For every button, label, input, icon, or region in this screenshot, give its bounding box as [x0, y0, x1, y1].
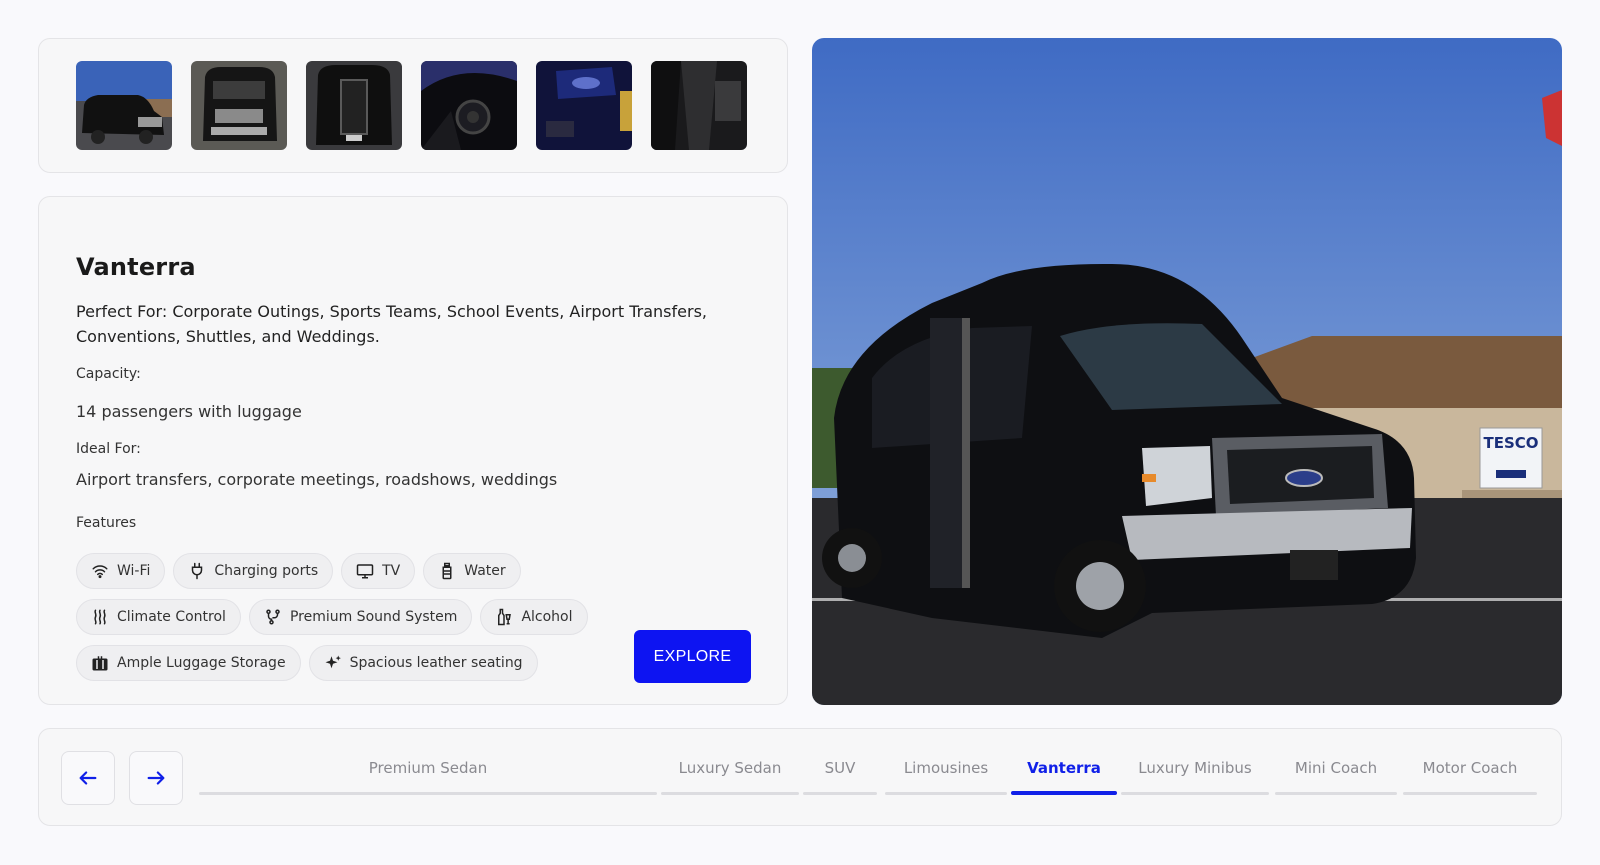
arrow-left-icon	[79, 771, 97, 785]
tab-label: Luxury Sedan	[678, 759, 782, 777]
thumbnail-interior-screen[interactable]	[536, 61, 632, 150]
ideal-for-value: Airport transfers, corporate meetings, r…	[76, 470, 558, 489]
vehicle-description: Perfect For: Corporate Outings, Sports T…	[76, 302, 707, 346]
tab-label: Luxury Minibus	[1138, 759, 1252, 777]
thumbnail-exterior-front[interactable]	[191, 61, 287, 150]
tab-mini-coach[interactable]: Mini Coach	[1275, 757, 1397, 795]
thumbnail-interior-dash[interactable]	[421, 61, 517, 150]
tab-label: Vanterra	[1027, 759, 1101, 777]
wine-bottle-icon	[498, 608, 512, 626]
feature-label: TV	[382, 563, 401, 579]
feature-chip-water: Water	[423, 553, 521, 589]
feature-label: Water	[464, 563, 506, 579]
feature-label: Premium Sound System	[289, 609, 458, 625]
prev-button[interactable]	[61, 751, 115, 805]
feature-label: Wi-Fi	[117, 563, 151, 579]
tab-luxury-sedan[interactable]: Luxury Sedan	[661, 757, 799, 795]
feature-chip-luggage: Ample Luggage Storage	[76, 645, 301, 681]
tab-limousines[interactable]: Limousines	[885, 757, 1007, 795]
thumbnail-interior-aisle[interactable]	[651, 61, 747, 150]
tab-label: Mini Coach	[1294, 759, 1378, 777]
sign-text: TESCO	[1483, 434, 1538, 452]
tab-vanterra[interactable]: Vanterra	[1011, 757, 1117, 795]
tab-underline	[1121, 792, 1269, 795]
thumbnail-exterior-side[interactable]	[76, 61, 172, 150]
tab-label: Premium Sedan	[368, 759, 488, 777]
arrow-right-icon	[147, 771, 165, 785]
explore-button[interactable]: EXPLORE	[634, 630, 751, 683]
tab-underline	[885, 792, 1007, 795]
tab-suv[interactable]: SUV	[803, 757, 877, 795]
feature-chip-sound: Premium Sound System	[248, 599, 473, 635]
plug-icon	[192, 562, 203, 580]
next-button[interactable]	[129, 751, 183, 805]
sparkle-icon	[325, 655, 341, 669]
tab-underline	[1403, 792, 1537, 795]
water-bottle-icon	[442, 562, 452, 580]
tv-icon	[356, 564, 374, 579]
feature-label: Climate Control	[117, 609, 226, 625]
tab-underline	[1275, 792, 1397, 795]
tab-label: Limousines	[903, 759, 989, 777]
vehicle-nav: Premium Sedan Luxury Sedan SUV Limousine…	[38, 728, 1562, 826]
feature-label: Spacious leather seating	[349, 655, 523, 671]
feature-chip-climate: Climate Control	[76, 599, 241, 635]
tab-underline	[661, 792, 799, 795]
thumbnail-rear-door[interactable]	[306, 61, 402, 150]
vehicle-title: Vanterra	[76, 253, 196, 281]
tab-motor-coach[interactable]: Motor Coach	[1403, 757, 1537, 795]
sound-system-icon	[266, 609, 280, 625]
tab-underline	[803, 792, 877, 795]
thumbnail-gallery	[38, 38, 788, 173]
features-label: Features	[76, 515, 137, 531]
tab-underline	[199, 792, 657, 795]
feature-chip-wifi: Wi-Fi	[76, 553, 166, 589]
tab-premium-sedan[interactable]: Premium Sedan	[199, 757, 657, 795]
wifi-icon	[92, 565, 108, 579]
feature-label: Ample Luggage Storage	[117, 655, 286, 671]
feature-chip-alcohol: Alcohol	[480, 599, 588, 635]
heat-waves-icon	[94, 609, 106, 625]
tab-underline-active	[1011, 791, 1117, 795]
feature-chip-charging: Charging ports	[173, 553, 334, 589]
luggage-icon	[92, 656, 108, 671]
feature-chip-seating: Spacious leather seating	[308, 645, 538, 681]
hero-image: TESCO	[812, 38, 1562, 705]
tab-label: Motor Coach	[1422, 759, 1518, 777]
feature-chip-tv: TV	[341, 553, 416, 589]
feature-chips: Wi-Fi Charging ports TV Water Climate Co…	[76, 553, 636, 691]
ideal-for-label: Ideal For:	[76, 441, 141, 457]
vehicle-info-card: Vanterra Perfect For: Corporate Outings,…	[38, 196, 788, 705]
tab-luxury-minibus[interactable]: Luxury Minibus	[1121, 757, 1269, 795]
capacity-value: 14 passengers with luggage	[76, 402, 302, 421]
feature-label: Alcohol	[521, 609, 573, 625]
tab-label: SUV	[824, 759, 856, 777]
feature-label: Charging ports	[214, 563, 319, 579]
capacity-label: Capacity:	[76, 366, 141, 382]
